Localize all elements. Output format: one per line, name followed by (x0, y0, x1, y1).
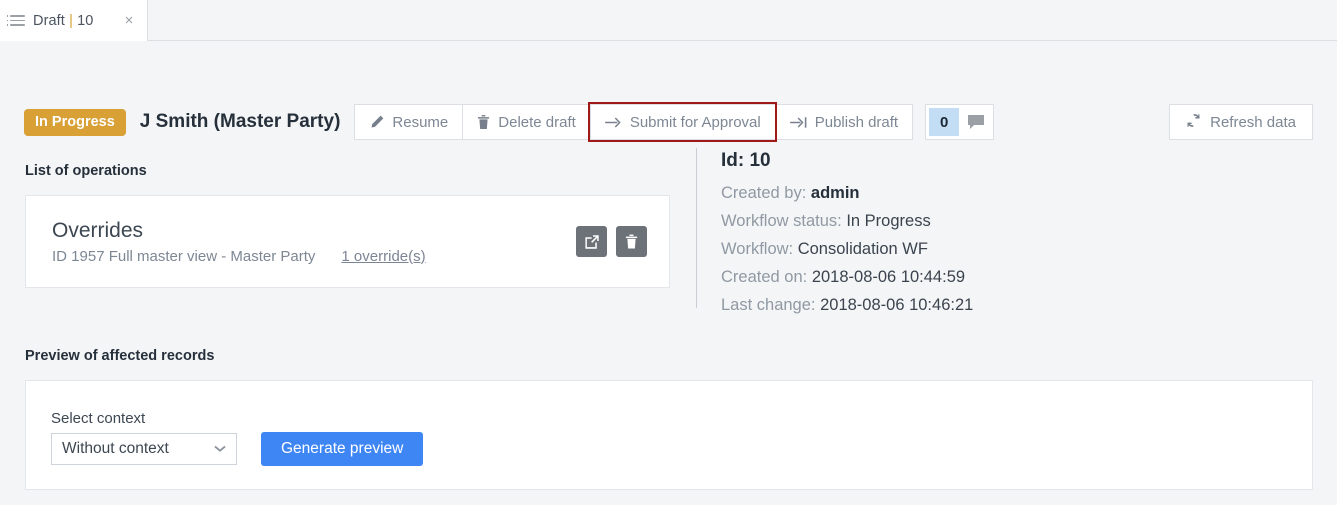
meta-label-created-by: Created by: (721, 184, 807, 202)
select-context-value: Without context (62, 440, 169, 457)
refresh-icon (1186, 113, 1201, 132)
publish-draft-button[interactable]: Publish draft (774, 104, 914, 140)
meta-value-workflow-status: In Progress (846, 212, 931, 230)
arrow-to-bar-icon (789, 116, 807, 129)
status-badge: In Progress (24, 108, 126, 136)
toolbar: In Progress J Smith (Master Party) Resum… (24, 102, 1313, 142)
tab-bar: Draft | 10 × (0, 0, 1337, 41)
operation-name: Overrides (52, 218, 144, 242)
comment-icon (959, 105, 993, 139)
delete-draft-button[interactable]: Delete draft (462, 104, 590, 140)
meta-divider (696, 148, 697, 308)
tab-draft[interactable]: Draft | 10 × (0, 0, 148, 41)
close-icon[interactable]: × (121, 13, 137, 29)
meta-row-workflow-status: Workflow status: In Progress (721, 208, 973, 234)
submit-for-approval-button[interactable]: Submit for Approval (587, 102, 777, 142)
resume-button[interactable]: Resume (354, 104, 463, 140)
refresh-data-button[interactable]: Refresh data (1169, 104, 1313, 140)
operation-subtitle: ID 1957 Full master view - Master Party (52, 247, 316, 265)
comment-count: 0 (929, 108, 960, 136)
select-context-label: Select context (51, 410, 146, 427)
preview-panel: Select context Without context Generate … (25, 380, 1313, 490)
meta-label-workflow-status: Workflow status: (721, 212, 842, 230)
meta-label-workflow: Workflow: (721, 240, 794, 258)
meta-row-created-on: Created on: 2018-08-06 10:44:59 (721, 264, 973, 290)
action-button-group: Resume Delete draft Submit for Approval … (354, 102, 914, 142)
submit-for-approval-label: Submit for Approval (629, 113, 761, 131)
tab-title: Draft | 10 (33, 13, 93, 29)
arrow-right-icon (604, 116, 622, 129)
operations-section-title: List of operations (25, 163, 147, 179)
meta-value-created-on: 2018-08-06 10:44:59 (811, 268, 966, 286)
draft-id: Id: 10 (721, 150, 771, 171)
comments-button[interactable]: 0 (925, 104, 995, 140)
meta-value-created-by: admin (810, 184, 860, 202)
meta-label-created-on: Created on: (721, 268, 808, 286)
refresh-data-label: Refresh data (1210, 113, 1296, 131)
meta-value-last-change: 2018-08-06 10:46:21 (820, 296, 974, 314)
meta-row-last-change: Last change: 2018-08-06 10:46:21 (721, 292, 973, 318)
operation-subtitle-row: ID 1957 Full master view - Master Party … (52, 248, 426, 265)
trash-icon (477, 114, 490, 130)
tab-title-separator: | (69, 12, 73, 29)
overrides-link[interactable]: 1 override(s) (341, 248, 425, 265)
pencil-icon (369, 115, 384, 130)
meta-value-workflow: Consolidation WF (797, 240, 928, 258)
page-title: J Smith (Master Party) (139, 111, 341, 132)
meta-label-last-change: Last change: (721, 296, 816, 314)
chevron-down-icon (214, 442, 226, 456)
tab-title-prefix: Draft (33, 12, 65, 29)
delete-draft-label: Delete draft (498, 113, 576, 131)
preview-section-title: Preview of affected records (25, 348, 215, 364)
tab-title-id: 10 (77, 12, 94, 29)
open-external-icon[interactable] (576, 226, 607, 257)
generate-preview-button[interactable]: Generate preview (261, 432, 424, 466)
operation-card-actions (576, 226, 647, 257)
operation-card: Overrides ID 1957 Full master view - Mas… (25, 195, 670, 288)
select-context-dropdown[interactable]: Without context (51, 433, 237, 465)
list-icon (6, 15, 25, 26)
draft-metadata: Id: 10 Created by: admin Workflow status… (721, 150, 973, 318)
resume-label: Resume (392, 113, 449, 131)
meta-row-workflow: Workflow: Consolidation WF (721, 236, 973, 262)
meta-row-created-by: Created by: admin (721, 180, 973, 206)
delete-icon[interactable] (616, 226, 647, 257)
publish-draft-label: Publish draft (814, 113, 899, 131)
operation-card-text: Overrides ID 1957 Full master view - Mas… (52, 219, 426, 265)
